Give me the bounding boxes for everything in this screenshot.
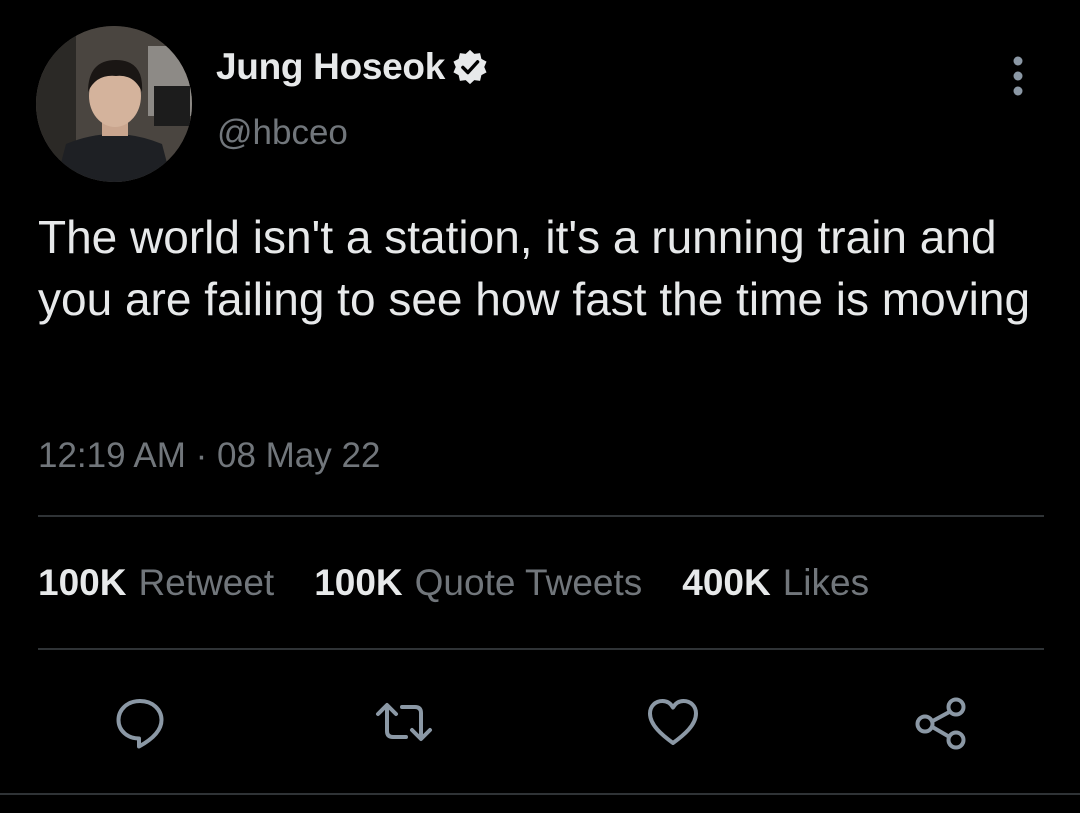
tweet: Jung Hoseok @hbceo The world isn't a sta… <box>0 0 1080 813</box>
tweet-timestamp[interactable]: 12:19 AM · 08 May 22 <box>38 436 380 476</box>
heart-icon <box>648 699 698 745</box>
retweet-count: 100K <box>38 562 127 603</box>
divider <box>38 648 1044 650</box>
tweet-text: The world isn't a station, it's a runnin… <box>38 211 1031 325</box>
divider <box>0 793 1080 795</box>
retweet-stat[interactable]: 100K Retweet <box>38 562 274 604</box>
retweet-button[interactable] <box>372 690 436 754</box>
share-button[interactable] <box>908 690 972 754</box>
quote-tweets-stat[interactable]: 100K Quote Tweets <box>314 562 642 604</box>
author-name-row[interactable]: Jung Hoseok <box>216 46 489 88</box>
author-display-name[interactable]: Jung Hoseok <box>216 46 445 88</box>
more-options-icon[interactable] <box>1001 54 1035 98</box>
engagement-stats: 100K Retweet 100K Quote Tweets 400K Like… <box>38 562 869 604</box>
action-bar <box>0 690 1080 754</box>
retweet-label: Retweet <box>138 562 275 603</box>
reply-button[interactable] <box>108 690 172 754</box>
reply-icon <box>116 699 164 749</box>
quote-tweets-label: Quote Tweets <box>414 562 643 603</box>
likes-label: Likes <box>782 562 870 603</box>
likes-stat[interactable]: 400K Likes <box>682 562 869 604</box>
likes-count: 400K <box>682 562 771 603</box>
like-button[interactable] <box>641 690 705 754</box>
verified-badge-icon <box>451 48 489 86</box>
author-handle[interactable]: @hbceo <box>217 113 348 153</box>
quote-tweets-count: 100K <box>314 562 403 603</box>
avatar[interactable] <box>36 26 192 182</box>
retweet-icon <box>376 703 432 741</box>
share-icon <box>915 697 966 750</box>
divider <box>38 515 1044 517</box>
avatar-image <box>36 26 192 182</box>
